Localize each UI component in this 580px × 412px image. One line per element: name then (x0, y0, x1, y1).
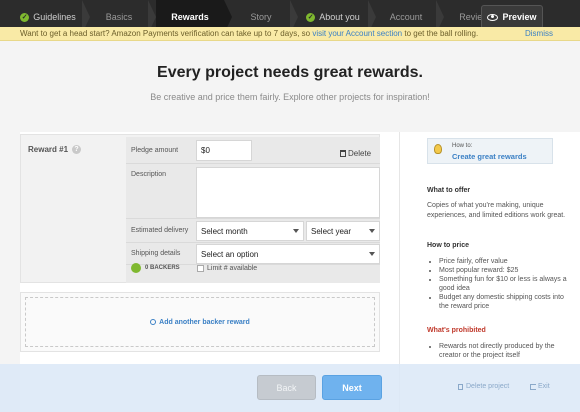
limit-checkbox[interactable] (197, 265, 204, 272)
add-reward-label: Add another backer reward (159, 318, 250, 326)
step-label: Guidelines (33, 12, 76, 22)
step-label: Rewards (171, 12, 209, 22)
delivery-label: Estimated delivery (131, 227, 189, 234)
add-reward-box: Add another backer reward (20, 292, 380, 352)
exit-icon (530, 383, 536, 390)
list-item: Most popular reward: $25 (439, 266, 572, 275)
delivery-row: Estimated delivery Select month Select y… (126, 219, 380, 243)
notice-message: Want to get a head start? Amazon Payment… (20, 29, 478, 38)
bottom-bar: Back Next Delete project Exit (0, 364, 580, 412)
pledge-label: Pledge amount (131, 147, 179, 154)
price-heading: How to price (427, 242, 470, 249)
reward-title: Reward #1 ? (28, 145, 82, 154)
step-label: Basics (105, 12, 133, 22)
prohibited-list: Rewards not directly produced by the cre… (435, 342, 572, 360)
exit-label: Exit (538, 383, 550, 390)
notice-banner: Want to get a head start? Amazon Payment… (0, 27, 580, 41)
month-select[interactable]: Select month (196, 221, 304, 241)
check-icon: ✓ (20, 12, 30, 22)
chevron-down-icon (293, 229, 299, 233)
shipping-select[interactable]: Select an option (196, 244, 380, 264)
offer-text: Copies of what you're making, unique exp… (427, 202, 566, 219)
delete-project-label: Delete project (466, 383, 510, 390)
prohibited-heading: What's prohibited (427, 327, 486, 334)
help-icon[interactable]: ? (72, 145, 82, 154)
limit-label: Limit # available (207, 265, 258, 272)
backer-icon (131, 263, 141, 273)
list-item: Price fairly, offer value (439, 257, 572, 266)
year-value: Select year (311, 226, 352, 236)
page-title: Every project needs great rewards. (157, 64, 423, 81)
month-value: Select month (201, 226, 248, 236)
offer-heading: What to offer (427, 187, 471, 194)
back-button[interactable]: Back (257, 375, 316, 400)
shipping-value: Select an option (201, 249, 259, 259)
shipping-label: Shipping details (131, 250, 181, 257)
howto-box[interactable]: How to: Create great rewards (427, 138, 553, 164)
step-label: Account (389, 12, 423, 22)
step-label: About you (319, 12, 360, 22)
delete-reward-button[interactable]: Delete (340, 142, 380, 164)
delete-label: Delete (348, 148, 372, 158)
hero: Every project needs great rewards. Be cr… (0, 42, 580, 116)
howto-link[interactable]: Create great rewards (452, 152, 527, 161)
shipping-row: Shipping details Select an option (126, 243, 380, 265)
step-label: Story (250, 12, 272, 22)
delete-project-link[interactable]: Delete project (458, 383, 509, 390)
notice-text: Want to get a head start? Amazon Payment… (20, 29, 313, 38)
backers-count: 0 BACKERS (131, 263, 180, 273)
chevron-down-icon (369, 252, 375, 256)
add-icon (150, 319, 157, 325)
reward-label: Reward #1 (28, 145, 69, 154)
backers-label: 0 BACKERS (145, 265, 180, 271)
add-reward-button[interactable]: Add another backer reward (25, 297, 375, 347)
next-button[interactable]: Next (322, 375, 382, 400)
page-subtitle: Be creative and price them fairly. Explo… (150, 92, 430, 102)
limit-checkbox-row[interactable]: Limit # available (197, 265, 257, 272)
description-row: Description (126, 164, 380, 219)
list-item: Something fun for $10 or less is always … (439, 275, 572, 293)
exit-link[interactable]: Exit (530, 383, 550, 390)
check-icon: ✓ (306, 12, 316, 22)
price-list: Price fairly, offer value Most popular r… (435, 257, 572, 311)
description-textarea[interactable] (196, 167, 380, 218)
list-item: Budget any domestic shipping costs into … (439, 293, 572, 311)
description-label: Description (131, 171, 167, 178)
dismiss-link[interactable]: Dismiss (525, 29, 553, 38)
reward-card: Reward #1 ? Pledge amount $0 Delete Desc… (20, 134, 380, 283)
list-item: Rewards not directly produced by the cre… (439, 342, 572, 360)
reward-fields: Pledge amount $0 Delete Description Esti… (126, 137, 380, 283)
trash-icon (458, 383, 463, 390)
year-select[interactable]: Select year (306, 221, 380, 241)
lightbulb-icon (434, 144, 442, 154)
howto-small: How to: (452, 143, 473, 149)
chevron-down-icon (369, 229, 375, 233)
notice-tail: to get the ball rolling. (402, 29, 479, 38)
preview-button[interactable]: Preview (481, 5, 543, 29)
pledge-row: Pledge amount $0 Delete (126, 137, 380, 164)
pledge-amount-input[interactable]: $0 (196, 140, 252, 161)
account-link[interactable]: visit your Account section (312, 29, 402, 38)
preview-label: Preview (502, 12, 537, 22)
eye-icon (487, 13, 499, 21)
trash-icon (340, 149, 346, 157)
